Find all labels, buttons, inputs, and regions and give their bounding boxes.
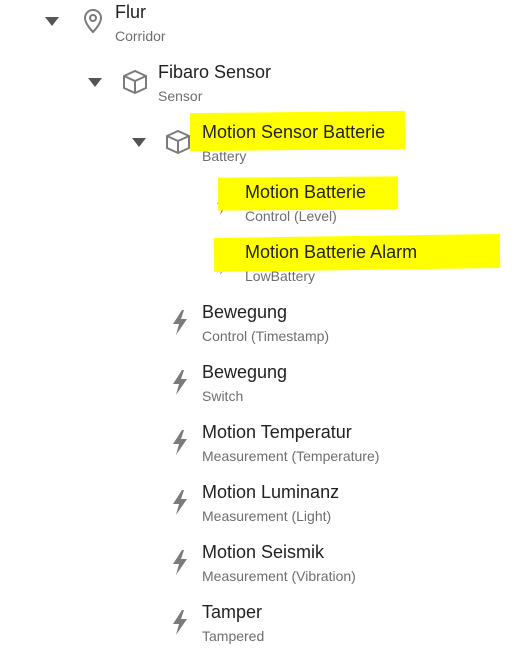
tree-item[interactable]: Motion Seismik Measurement (Vibration) — [0, 540, 526, 600]
node-subtitle: Sensor — [158, 88, 203, 104]
node-subtitle: Corridor — [115, 28, 166, 44]
chevron-down-icon[interactable] — [44, 13, 60, 29]
location-pin-icon — [79, 7, 107, 35]
tree-node-equipment[interactable]: Fibaro Sensor Sensor — [0, 60, 526, 120]
node-title: Motion Seismik — [202, 542, 325, 562]
lightning-icon — [166, 548, 194, 576]
node-subtitle: Measurement (Light) — [202, 508, 332, 524]
node-title: Motion Batterie Alarm — [245, 242, 418, 262]
node-title: Motion Luminanz — [202, 482, 340, 502]
node-subtitle: Measurement (Temperature) — [202, 448, 380, 464]
node-subtitle: Measurement (Vibration) — [202, 568, 356, 584]
tree-item[interactable]: Bewegung Control (Timestamp) — [0, 300, 526, 360]
node-title: Bewegung — [202, 362, 288, 382]
tree-item[interactable]: Motion Batterie Control (Level) — [0, 176, 526, 240]
tree-item[interactable]: Motion Temperatur Measurement (Temperatu… — [0, 420, 526, 480]
lightning-icon — [166, 488, 194, 516]
chevron-down-icon[interactable] — [131, 134, 147, 150]
node-title: Fibaro Sensor — [158, 62, 272, 82]
node-title: Motion Sensor Batterie — [202, 122, 386, 142]
lightning-icon — [166, 308, 194, 336]
tree-node-location[interactable]: Flur Corridor — [0, 0, 526, 60]
lightning-icon — [166, 368, 194, 396]
tree-item[interactable]: Motion Luminanz Measurement (Light) — [0, 480, 526, 540]
node-subtitle: Control (Timestamp) — [202, 328, 330, 344]
node-title: Motion Batterie — [245, 182, 367, 202]
chevron-down-icon[interactable] — [87, 74, 103, 90]
lightning-icon — [166, 428, 194, 456]
node-title: Tamper — [202, 602, 263, 622]
cube-icon — [164, 128, 192, 156]
node-title: Bewegung — [202, 302, 288, 322]
tree-item[interactable]: Tamper Tampered — [0, 600, 526, 660]
tree-node-group[interactable]: Motion Sensor Batterie Battery — [0, 110, 526, 180]
tree-item[interactable]: Bewegung Switch — [0, 360, 526, 420]
cube-icon — [121, 68, 149, 96]
node-subtitle: Tampered — [202, 628, 265, 644]
node-subtitle: Switch — [202, 388, 244, 404]
tree-item[interactable]: Motion Batterie Alarm LowBattery — [0, 234, 526, 300]
node-title: Motion Temperatur — [202, 422, 352, 442]
lightning-icon — [166, 608, 194, 636]
node-title: Flur — [115, 2, 146, 22]
